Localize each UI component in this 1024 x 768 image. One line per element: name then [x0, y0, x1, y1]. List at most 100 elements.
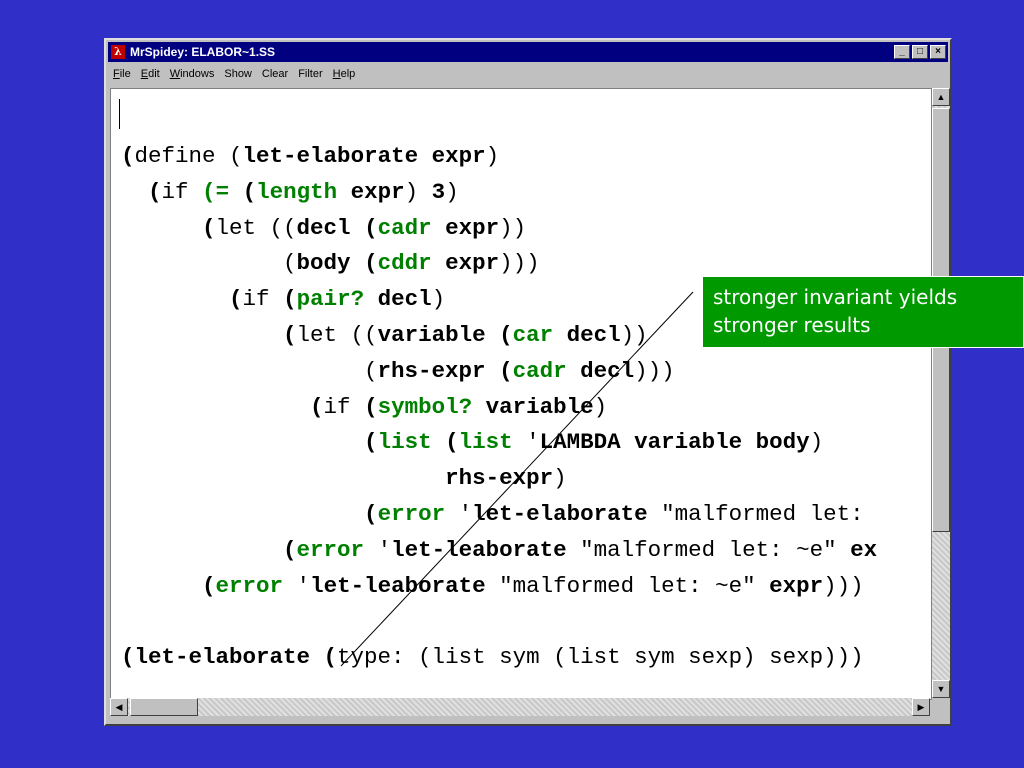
vertical-scrollbar[interactable]: ▲ ▼	[932, 88, 950, 698]
scroll-up-arrow-icon[interactable]: ▲	[932, 88, 950, 106]
code-text[interactable]: (define (let-elaborate expr) (if (= (len…	[121, 139, 877, 676]
code-token: "malformed let: ~e"	[566, 536, 851, 563]
code-token: (	[364, 214, 378, 241]
code-token: cadr	[377, 214, 432, 241]
menu-item-clear[interactable]: Clear	[257, 68, 293, 80]
code-token: if	[161, 178, 203, 205]
menu-item-file[interactable]: File	[108, 68, 136, 80]
minimize-button[interactable]: _	[894, 45, 910, 59]
callout-line-1: stronger invariant yields	[713, 285, 958, 309]
code-token: (	[310, 393, 324, 420]
menu-item-show[interactable]: Show	[219, 68, 257, 80]
code-token: rhs-expr	[377, 357, 486, 384]
code-line: (if (pair? decl)	[121, 286, 445, 312]
menu-label: elp	[340, 68, 356, 80]
code-token: error	[215, 572, 284, 599]
code-editor[interactable]: (define (let-elaborate expr) (if (= (len…	[110, 88, 932, 700]
title-bar[interactable]: λ MrSpidey: ELABOR~1.SS _ □ ×	[108, 42, 948, 62]
code-token: )	[404, 178, 432, 205]
menu-item-help[interactable]: Help	[328, 68, 361, 80]
code-token: =	[215, 178, 230, 205]
close-button[interactable]: ×	[930, 45, 946, 59]
code-token: (	[121, 250, 297, 277]
mrspidey-window: λ MrSpidey: ELABOR~1.SS _ □ × File Edit Wi…	[104, 38, 952, 726]
code-token: decl	[296, 214, 351, 241]
code-token: expr	[445, 214, 500, 241]
code-token: ))	[620, 321, 648, 348]
code-line: rhs-expr)	[121, 465, 567, 491]
resize-grip-icon[interactable]	[932, 698, 950, 716]
menu-bar: File Edit Windows Show Clear Filter Help	[108, 64, 948, 84]
menu-label: Clear	[261, 68, 289, 80]
menu-item-filter[interactable]: Filter	[293, 68, 327, 80]
code-token: let-elaborate expr	[242, 143, 486, 169]
code-token: list	[458, 429, 513, 456]
code-token: '	[445, 500, 473, 527]
code-token: expr	[445, 250, 500, 277]
annotation-callout: stronger invariant yields stronger resul…	[702, 276, 1024, 348]
code-line: (if (= (length expr) 3)	[121, 179, 459, 205]
code-token: )	[485, 143, 500, 169]
code-line: (list (list 'LAMBDA variable body)	[121, 429, 823, 455]
code-token: )	[809, 429, 824, 456]
code-token: (	[202, 214, 216, 241]
window-title: MrSpidey: ELABOR~1.SS	[130, 45, 276, 59]
code-token: cddr	[377, 250, 432, 277]
code-token: )	[593, 393, 608, 420]
maximize-button[interactable]: □	[912, 45, 928, 59]
scroll-left-arrow-icon[interactable]: ◀	[110, 698, 128, 716]
lambda-icon[interactable]: λ	[111, 45, 125, 59]
code-token: type: (list sym (list sym sexp) sexp)))	[337, 644, 864, 671]
code-token: (let-elaborate (	[121, 644, 338, 671]
horizontal-scrollbar[interactable]: ◀ ▶	[110, 698, 930, 716]
menu-mnemonic: F	[113, 68, 120, 80]
code-token: expr	[769, 572, 824, 599]
menu-label: Filter	[298, 68, 323, 80]
code-token: )	[445, 178, 459, 205]
code-token: decl	[566, 321, 621, 348]
code-line: (if (symbol? variable)	[121, 394, 607, 420]
code-line: (error 'let-elaborate "malformed let:	[121, 501, 877, 527]
code-token: )))	[499, 250, 540, 277]
code-token: '	[512, 429, 540, 456]
code-token: )	[431, 286, 446, 313]
code-token: (	[499, 321, 513, 348]
code-token: body	[296, 250, 351, 277]
menu-item-windows[interactable]: Windows	[165, 68, 220, 80]
code-line: (rhs-expr (cadr decl)))	[121, 358, 675, 384]
code-token: (	[202, 178, 216, 205]
code-token: "malformed let:	[647, 500, 878, 527]
code-token: )))	[823, 572, 864, 599]
code-token: )	[553, 465, 567, 492]
code-token: 3	[431, 178, 446, 205]
code-token: (	[445, 429, 459, 456]
callout-line-2: stronger results	[713, 313, 871, 337]
code-token: variable	[485, 393, 594, 420]
code-token: (	[499, 357, 513, 384]
code-token: ))	[499, 214, 527, 241]
code-line: (body (cddr expr)))	[121, 250, 540, 276]
code-token: (	[121, 357, 378, 384]
menu-item-edit[interactable]: Edit	[136, 68, 165, 80]
horizontal-scroll-thumb[interactable]	[130, 698, 198, 716]
menu-mnemonic: E	[140, 68, 149, 80]
code-token: if	[323, 393, 365, 420]
text-caret	[119, 99, 120, 129]
scroll-right-arrow-icon[interactable]: ▶	[912, 698, 930, 716]
scroll-down-arrow-icon[interactable]: ▼	[932, 680, 950, 698]
